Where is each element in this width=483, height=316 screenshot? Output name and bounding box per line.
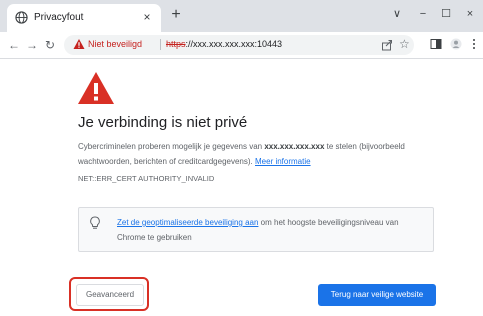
url-host: ://xxx.xxx.xxx.xxx:10443 (185, 39, 283, 49)
enhanced-protection-box: Zet de geoptimaliseerde beveiliging aan … (78, 207, 434, 252)
side-panel-icon[interactable] (430, 38, 442, 50)
url-scheme: https (166, 39, 186, 49)
share-icon[interactable] (381, 39, 393, 51)
back-to-safety-button[interactable]: Terug naar veilige website (318, 284, 436, 306)
tab-strip: Privacyfout × + ∨ − ☐ × (0, 0, 483, 32)
tab-close-icon[interactable]: × (139, 9, 155, 25)
tab-privacy-error[interactable]: Privacyfout × (7, 4, 161, 32)
warning-icon[interactable] (73, 38, 85, 50)
close-window-icon[interactable]: × (461, 4, 479, 24)
toolbar: ← → ↻ Niet beveiligd https://xxx.xxx.xxx… (0, 32, 483, 59)
error-description: Cybercriminelen proberen mogelijk je geg… (78, 139, 448, 169)
address-divider (160, 39, 161, 50)
menu-dots-icon[interactable] (471, 38, 477, 50)
highlight-box (69, 277, 149, 311)
enhanced-protection-text: Zet de geoptimaliseerde beveiliging aan … (117, 215, 429, 245)
description-host: xxx.xxx.xxx.xxx (264, 142, 325, 151)
big-warning-icon (78, 72, 114, 104)
page-title: Je verbinding is niet privé (78, 114, 248, 131)
tab-search-icon[interactable]: ∨ (388, 4, 406, 24)
back-icon[interactable]: ← (6, 36, 22, 54)
description-text: Cybercriminelen proberen mogelijk je geg… (78, 142, 265, 151)
error-code: NET::ERR_CERT AUTHORITY_INVALID (78, 174, 215, 183)
interstitial-page: Je verbinding is niet privé Cybercrimine… (0, 59, 483, 316)
new-tab-button[interactable]: + (166, 5, 186, 25)
globe-icon (15, 11, 28, 24)
address-bar[interactable]: Niet beveiligd https://xxx.xxx.xxx.xxx:1… (64, 35, 414, 55)
maximize-icon[interactable]: ☐ (437, 4, 455, 24)
bookmark-star-icon[interactable]: ☆ (399, 37, 410, 51)
url-text[interactable]: https://xxx.xxx.xxx.xxx:10443 (166, 39, 282, 49)
forward-icon[interactable]: → (24, 36, 40, 54)
enhanced-protection-link[interactable]: Zet de geoptimaliseerde beveiliging aan (117, 218, 258, 227)
lightbulb-icon (90, 216, 100, 229)
minimize-icon[interactable]: − (414, 4, 432, 24)
tab-title: Privacyfout (34, 12, 84, 23)
reload-icon[interactable]: ↻ (42, 36, 58, 54)
security-status-label[interactable]: Niet beveiligd (88, 39, 142, 49)
more-info-link[interactable]: Meer informatie (255, 157, 311, 166)
profile-avatar-icon[interactable] (450, 38, 462, 50)
browser-window: Privacyfout × + ∨ − ☐ × ← → ↻ Niet bevei… (0, 0, 483, 316)
